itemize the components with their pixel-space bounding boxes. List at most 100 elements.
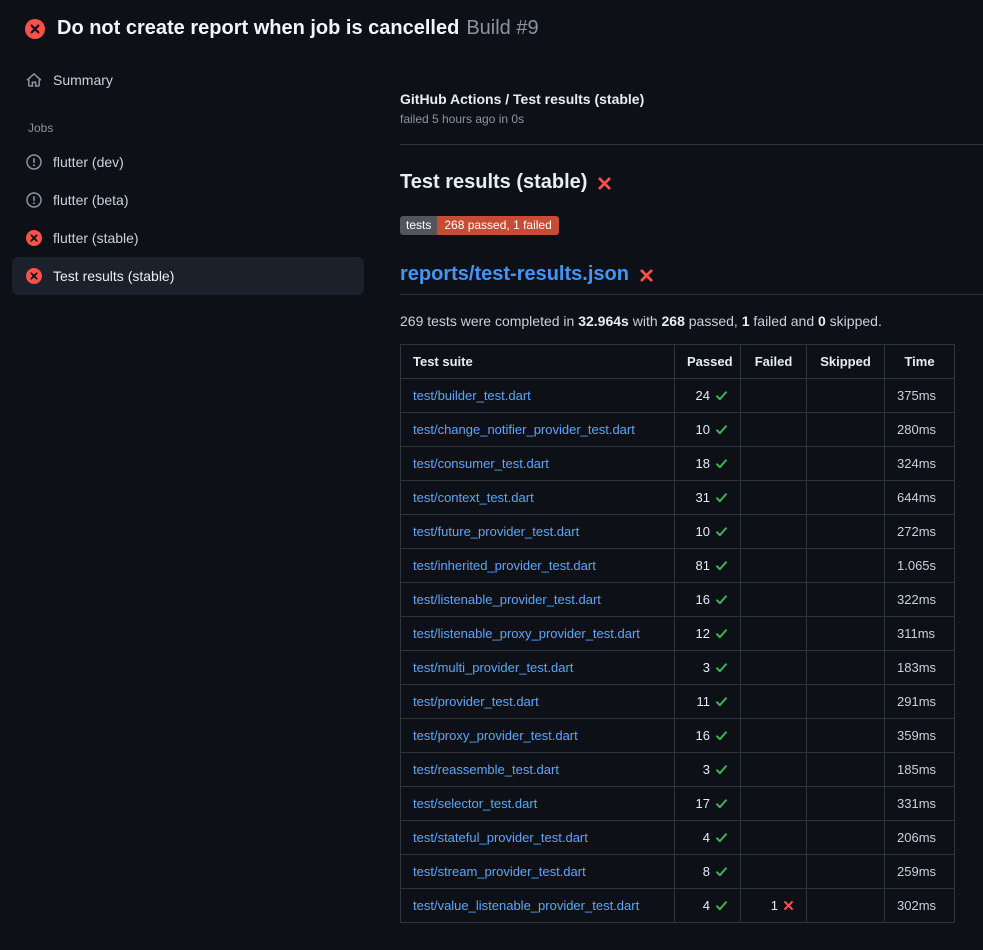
summary-text: skipped.	[826, 313, 882, 329]
check-icon	[715, 627, 728, 640]
failed-cell	[741, 855, 807, 889]
run-header: Do not create report when job is cancell…	[0, 0, 983, 53]
passed-cell: 16	[675, 583, 741, 617]
check-icon	[715, 831, 728, 844]
time-cell: 302ms	[885, 889, 955, 923]
failed-cell	[741, 515, 807, 549]
check-icon	[715, 695, 728, 708]
failed-cell	[741, 413, 807, 447]
test-suite-link[interactable]: test/context_test.dart	[413, 490, 534, 505]
table-row: test/reassemble_test.dart 3	[401, 753, 955, 787]
passed-cell: 16	[675, 719, 741, 753]
passed-cell: 24	[675, 379, 741, 413]
sidebar-item-flutter-stable[interactable]: flutter (stable)	[12, 219, 364, 257]
table-row: test/listenable_proxy_provider_test.dart…	[401, 617, 955, 651]
summary-text: passed,	[685, 313, 742, 329]
failed-cell	[741, 685, 807, 719]
test-suite-link[interactable]: test/inherited_provider_test.dart	[413, 558, 596, 573]
badge-label: tests	[400, 216, 437, 235]
test-suite-link[interactable]: test/value_listenable_provider_test.dart	[413, 898, 639, 913]
time-cell: 1.065s	[885, 549, 955, 583]
failed-x-icon	[597, 176, 612, 191]
test-suite-link[interactable]: test/builder_test.dart	[413, 388, 531, 403]
table-row: test/proxy_provider_test.dart 16	[401, 719, 955, 753]
failed-cell	[741, 787, 807, 821]
test-suite-link[interactable]: test/consumer_test.dart	[413, 456, 549, 471]
cancelled-icon	[26, 192, 42, 208]
failed-cell	[741, 447, 807, 481]
failed-icon	[26, 230, 42, 246]
test-suite-link[interactable]: test/multi_provider_test.dart	[413, 660, 573, 675]
jobs-list: flutter (dev) flutter (beta)	[12, 143, 364, 295]
time-cell: 206ms	[885, 821, 955, 855]
summary-text: with	[629, 313, 662, 329]
test-suite-link[interactable]: test/proxy_provider_test.dart	[413, 728, 578, 743]
test-suite-link[interactable]: test/change_notifier_provider_test.dart	[413, 422, 635, 437]
skipped-cell	[807, 447, 885, 481]
check-icon	[715, 899, 728, 912]
workflow-run-page: Do not create report when job is cancell…	[0, 0, 983, 923]
table-row: test/change_notifier_provider_test.dart …	[401, 413, 955, 447]
test-suite-link[interactable]: test/reassemble_test.dart	[413, 762, 559, 777]
job-label: flutter (dev)	[53, 154, 124, 170]
badge-value: 268 passed, 1 failed	[437, 216, 558, 235]
sidebar-item-flutter-dev[interactable]: flutter (dev)	[12, 143, 364, 181]
time-cell: 359ms	[885, 719, 955, 753]
time-cell: 185ms	[885, 753, 955, 787]
test-suite-link[interactable]: test/stateful_provider_test.dart	[413, 830, 588, 845]
summary-failed-count: 1	[742, 313, 750, 329]
test-suite-link[interactable]: test/selector_test.dart	[413, 796, 537, 811]
skipped-cell	[807, 481, 885, 515]
sidebar-item-summary[interactable]: Summary	[12, 61, 364, 99]
test-suite-link[interactable]: test/listenable_provider_test.dart	[413, 592, 601, 607]
check-icon	[715, 457, 728, 470]
failed-cell	[741, 379, 807, 413]
passed-cell: 18	[675, 447, 741, 481]
table-row: test/value_listenable_provider_test.dart…	[401, 889, 955, 923]
failed-cell: 1	[741, 889, 807, 923]
test-suite-link[interactable]: test/stream_provider_test.dart	[413, 864, 586, 879]
check-icon	[715, 865, 728, 878]
sidebar-item-flutter-beta[interactable]: flutter (beta)	[12, 181, 364, 219]
failed-cell	[741, 583, 807, 617]
check-icon	[715, 559, 728, 572]
test-suite-link[interactable]: test/listenable_proxy_provider_test.dart	[413, 626, 640, 641]
table-row: test/multi_provider_test.dart 3	[401, 651, 955, 685]
skipped-cell	[807, 821, 885, 855]
table-row: test/builder_test.dart 24	[401, 379, 955, 413]
results-table-body: test/builder_test.dart 24	[401, 379, 955, 923]
test-suite-link[interactable]: test/future_provider_test.dart	[413, 524, 579, 539]
time-cell: 322ms	[885, 583, 955, 617]
main-content: GitHub Actions / Test results (stable) f…	[376, 53, 983, 923]
test-results-table: Test suite Passed Failed Skipped Time te…	[400, 344, 955, 923]
col-header-skipped: Skipped	[807, 345, 885, 379]
skipped-cell	[807, 651, 885, 685]
check-icon	[715, 423, 728, 436]
check-icon	[715, 763, 728, 776]
failed-cell	[741, 481, 807, 515]
skipped-cell	[807, 413, 885, 447]
failed-x-icon	[639, 268, 654, 283]
passed-cell: 3	[675, 753, 741, 787]
build-number: Build #9	[466, 17, 538, 39]
passed-cell: 4	[675, 889, 741, 923]
table-row: test/inherited_provider_test.dart 81	[401, 549, 955, 583]
failed-cell	[741, 753, 807, 787]
skipped-cell	[807, 379, 885, 413]
summary-skipped-count: 0	[818, 313, 826, 329]
col-header-failed: Failed	[741, 345, 807, 379]
time-cell: 272ms	[885, 515, 955, 549]
skipped-cell	[807, 549, 885, 583]
sidebar-item-test-results-stable[interactable]: Test results (stable)	[12, 257, 364, 295]
time-cell: 324ms	[885, 447, 955, 481]
report-file-link[interactable]: reports/test-results.json	[400, 263, 629, 286]
report-heading: reports/test-results.json	[400, 263, 983, 295]
passed-cell: 31	[675, 481, 741, 515]
failed-cell	[741, 617, 807, 651]
passed-cell: 10	[675, 413, 741, 447]
test-suite-link[interactable]: test/provider_test.dart	[413, 694, 539, 709]
skipped-cell	[807, 583, 885, 617]
time-cell: 644ms	[885, 481, 955, 515]
check-icon	[715, 389, 728, 402]
time-cell: 291ms	[885, 685, 955, 719]
